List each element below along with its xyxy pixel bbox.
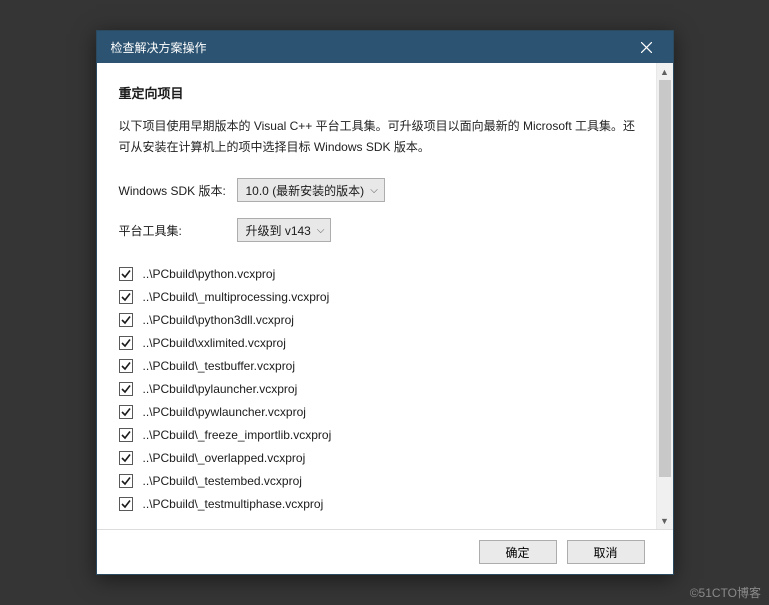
project-item[interactable]: ..\PCbuild\pylauncher.vcxproj bbox=[119, 377, 638, 400]
project-path: ..\PCbuild\_freeze_importlib.vcxproj bbox=[143, 428, 332, 442]
sdk-row: Windows SDK 版本: 10.0 (最新安装的版本) ⌵ bbox=[119, 178, 638, 202]
project-checkbox[interactable] bbox=[119, 497, 133, 511]
project-checkbox[interactable] bbox=[119, 336, 133, 350]
project-item[interactable]: ..\PCbuild\_testembed.vcxproj bbox=[119, 469, 638, 492]
check-icon bbox=[121, 292, 131, 302]
project-path: ..\PCbuild\pylauncher.vcxproj bbox=[143, 382, 298, 396]
project-path: ..\PCbuild\_testembed.vcxproj bbox=[143, 474, 302, 488]
ok-button[interactable]: 确定 bbox=[479, 540, 557, 564]
project-path: ..\PCbuild\python.vcxproj bbox=[143, 267, 276, 281]
project-item[interactable]: ..\PCbuild\pywlauncher.vcxproj bbox=[119, 400, 638, 423]
dialog-footer: 确定 取消 bbox=[97, 529, 673, 574]
project-item[interactable]: ..\PCbuild\_multiprocessing.vcxproj bbox=[119, 285, 638, 308]
toolset-value: 升级到 v143 bbox=[246, 222, 311, 239]
project-item[interactable]: ..\PCbuild\python3dll.vcxproj bbox=[119, 308, 638, 331]
project-item[interactable]: ..\PCbuild\_testbuffer.vcxproj bbox=[119, 354, 638, 377]
project-checkbox[interactable] bbox=[119, 405, 133, 419]
cancel-button[interactable]: 取消 bbox=[567, 540, 645, 564]
retarget-dialog: 检查解决方案操作 重定向项目 以下项目使用早期版本的 Visual C++ 平台… bbox=[96, 30, 674, 575]
check-icon bbox=[121, 430, 131, 440]
content-area: 重定向项目 以下项目使用早期版本的 Visual C++ 平台工具集。可升级项目… bbox=[97, 63, 656, 529]
sdk-value: 10.0 (最新安装的版本) bbox=[246, 182, 365, 199]
project-checkbox[interactable] bbox=[119, 451, 133, 465]
project-checkbox[interactable] bbox=[119, 382, 133, 396]
sdk-dropdown[interactable]: 10.0 (最新安装的版本) ⌵ bbox=[237, 178, 385, 202]
scroll-track[interactable] bbox=[657, 80, 673, 512]
sdk-label: Windows SDK 版本: bbox=[119, 182, 237, 199]
titlebar[interactable]: 检查解决方案操作 bbox=[97, 31, 673, 63]
project-path: ..\PCbuild\_testbuffer.vcxproj bbox=[143, 359, 296, 373]
scroll-down-button[interactable]: ▼ bbox=[657, 512, 673, 529]
close-icon bbox=[641, 42, 652, 53]
vertical-scrollbar[interactable]: ▲ ▼ bbox=[656, 63, 673, 529]
chevron-down-icon: ⌵ bbox=[317, 225, 325, 236]
project-list: ..\PCbuild\python.vcxproj ..\PCbuild\_mul… bbox=[119, 262, 638, 515]
window-title: 检查解决方案操作 bbox=[111, 39, 631, 56]
project-path: ..\PCbuild\xxlimited.vcxproj bbox=[143, 336, 286, 350]
check-icon bbox=[121, 407, 131, 417]
project-path: ..\PCbuild\python3dll.vcxproj bbox=[143, 313, 294, 327]
project-checkbox[interactable] bbox=[119, 267, 133, 281]
dialog-body: 重定向项目 以下项目使用早期版本的 Visual C++ 平台工具集。可升级项目… bbox=[97, 63, 673, 529]
project-item[interactable]: ..\PCbuild\_overlapped.vcxproj bbox=[119, 446, 638, 469]
project-checkbox[interactable] bbox=[119, 474, 133, 488]
close-button[interactable] bbox=[631, 35, 663, 59]
project-item[interactable]: ..\PCbuild\_testmultiphase.vcxproj bbox=[119, 492, 638, 515]
project-path: ..\PCbuild\_overlapped.vcxproj bbox=[143, 451, 306, 465]
toolset-dropdown[interactable]: 升级到 v143 ⌵ bbox=[237, 218, 332, 242]
check-icon bbox=[121, 361, 131, 371]
heading: 重定向项目 bbox=[119, 83, 638, 102]
project-item[interactable]: ..\PCbuild\_freeze_importlib.vcxproj bbox=[119, 423, 638, 446]
check-icon bbox=[121, 476, 131, 486]
check-icon bbox=[121, 499, 131, 509]
scroll-up-button[interactable]: ▲ bbox=[657, 63, 673, 80]
project-item[interactable]: ..\PCbuild\xxlimited.vcxproj bbox=[119, 331, 638, 354]
project-path: ..\PCbuild\pywlauncher.vcxproj bbox=[143, 405, 306, 419]
scroll-thumb[interactable] bbox=[659, 80, 671, 477]
chevron-down-icon: ⌵ bbox=[370, 185, 378, 196]
check-icon bbox=[121, 338, 131, 348]
watermark: ©51CTO博客 bbox=[690, 584, 761, 601]
check-icon bbox=[121, 453, 131, 463]
description: 以下项目使用早期版本的 Visual C++ 平台工具集。可升级项目以面向最新的… bbox=[119, 116, 638, 158]
project-checkbox[interactable] bbox=[119, 290, 133, 304]
check-icon bbox=[121, 384, 131, 394]
project-checkbox[interactable] bbox=[119, 428, 133, 442]
project-path: ..\PCbuild\_testmultiphase.vcxproj bbox=[143, 497, 324, 511]
check-icon bbox=[121, 269, 131, 279]
project-checkbox[interactable] bbox=[119, 313, 133, 327]
project-path: ..\PCbuild\_multiprocessing.vcxproj bbox=[143, 290, 330, 304]
check-icon bbox=[121, 315, 131, 325]
project-checkbox[interactable] bbox=[119, 359, 133, 373]
project-item[interactable]: ..\PCbuild\python.vcxproj bbox=[119, 262, 638, 285]
toolset-row: 平台工具集: 升级到 v143 ⌵ bbox=[119, 218, 638, 242]
toolset-label: 平台工具集: bbox=[119, 222, 237, 239]
